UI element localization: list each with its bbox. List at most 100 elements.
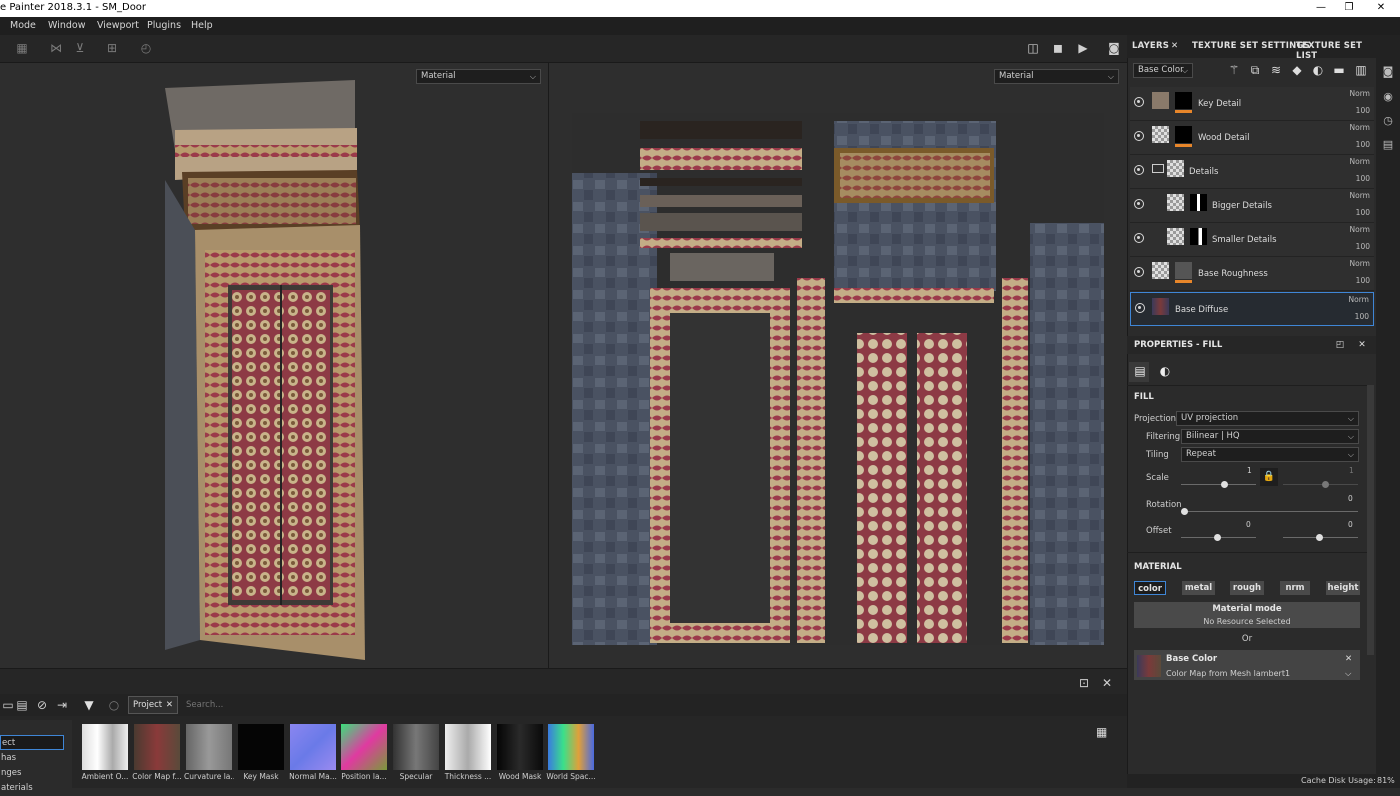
viewport-2d-mode-select[interactable]: Material ⌵ [994, 69, 1119, 84]
opacity-value[interactable]: 100 [1356, 208, 1370, 217]
layer-mask-thumbnail[interactable] [1175, 126, 1192, 143]
add-effect-icon[interactable]: ⧉ [1247, 63, 1263, 77]
lock-icon[interactable]: 🔒 [1260, 468, 1278, 486]
opacity-value[interactable]: 100 [1356, 174, 1370, 183]
grid-view-icon[interactable]: ▦ [1096, 726, 1108, 738]
offset-x-slider-handle[interactable] [1214, 534, 1221, 541]
log-icon[interactable]: ▤ [1381, 138, 1395, 152]
delete-icon[interactable]: ▥ [1353, 63, 1369, 77]
close-icon[interactable]: ✕ [1345, 654, 1352, 664]
split-view-icon[interactable]: ◫ [1025, 41, 1041, 55]
fill-settings-icon[interactable]: ▤ [1132, 364, 1148, 378]
magic-wand-icon[interactable]: ⚚ [1226, 63, 1242, 77]
layer-row[interactable]: Wood Detail Norm 100 [1130, 121, 1374, 155]
add-folder-icon[interactable]: ▬ [1331, 63, 1347, 77]
thumb-position[interactable] [341, 724, 387, 770]
tiling-select[interactable]: Repeat ⌵ [1181, 447, 1359, 462]
layer-row[interactable]: Smaller Details Norm 100 [1130, 223, 1374, 257]
thumb-thickness[interactable] [445, 724, 491, 770]
camera-icon[interactable]: ◙ [1381, 65, 1395, 79]
thumb-normal-map[interactable] [290, 724, 336, 770]
maximize-panel-icon[interactable]: ⊡ [1076, 676, 1092, 690]
scale-slider[interactable] [1181, 484, 1256, 485]
close-icon[interactable]: ✕ [166, 697, 173, 713]
blend-mode-select[interactable]: Norm [1350, 123, 1370, 132]
add-fill-layer-icon[interactable]: ◆ [1289, 63, 1305, 77]
layer-mask-thumbnail[interactable] [1175, 262, 1192, 279]
camera-video-icon[interactable]: ▶ [1075, 41, 1091, 55]
filter-icon[interactable]: ▼ [81, 698, 97, 712]
blend-mode-select[interactable]: Norm [1350, 191, 1370, 200]
menu-viewport[interactable]: Viewport [97, 20, 139, 31]
close-window-button[interactable]: ✕ [1366, 0, 1396, 17]
properties-scrollbar[interactable] [1367, 385, 1374, 655]
symmetry-x-icon[interactable]: ⋈ [48, 41, 64, 55]
layer-row[interactable]: Base Roughness Norm 100 [1130, 257, 1374, 291]
tab-layers[interactable]: LAYERS [1132, 41, 1169, 51]
shelf-category-materials[interactable]: aterials [0, 781, 64, 796]
opacity-value[interactable]: 100 [1356, 242, 1370, 251]
offset-y-value[interactable]: 0 [1348, 520, 1353, 529]
viewport-3d-mode-select[interactable]: Material ⌵ [416, 69, 541, 84]
add-icon[interactable]: ⊞ [104, 41, 120, 55]
tab-texture-set-list[interactable]: TEXTURE SET LIST [1296, 41, 1376, 61]
thumb-specular[interactable] [393, 724, 439, 770]
refresh-icon[interactable]: ○ [106, 698, 122, 712]
channel-nrm-toggle[interactable]: nrm [1280, 581, 1310, 595]
blend-mode-select[interactable]: Norm [1350, 89, 1370, 98]
channel-metal-toggle[interactable]: metal [1182, 581, 1215, 595]
shelf-search-input[interactable] [182, 697, 1112, 713]
blend-mode-select[interactable]: Norm [1349, 295, 1369, 304]
offset-x-value[interactable]: 0 [1246, 520, 1251, 529]
history-icon[interactable]: ◴ [138, 41, 154, 55]
eye-icon[interactable] [1134, 199, 1144, 209]
layer-row-selected[interactable]: Base Diffuse Norm 100 [1130, 292, 1374, 326]
eye-icon[interactable] [1134, 165, 1144, 175]
opacity-value[interactable]: 100 [1356, 276, 1370, 285]
eye-icon[interactable] [1134, 131, 1144, 141]
folder-icon[interactable] [1152, 164, 1164, 173]
eye-icon[interactable] [1134, 97, 1144, 107]
shelf-category-project[interactable]: ect [0, 735, 64, 750]
channel-height-toggle[interactable]: height [1326, 581, 1360, 595]
layer-row[interactable]: Key Detail Norm 100 [1130, 87, 1374, 121]
rotation-slider-handle[interactable] [1181, 508, 1188, 515]
layer-row[interactable]: Bigger Details Norm 100 [1130, 189, 1374, 223]
blend-mode-select[interactable]: Norm [1350, 259, 1370, 268]
screenshot-icon[interactable]: ◙ [1106, 41, 1122, 55]
rotation-slider[interactable] [1181, 511, 1358, 512]
blend-mode-select[interactable]: Norm [1350, 225, 1370, 234]
eye-icon[interactable] [1135, 303, 1145, 313]
menu-help[interactable]: Help [191, 20, 213, 31]
thumb-color-map[interactable] [134, 724, 180, 770]
menu-mode[interactable]: Mode [10, 20, 36, 31]
tab-project[interactable]: Project ✕ [128, 696, 178, 714]
hide-icon[interactable]: ⊘ [34, 698, 50, 712]
layer-mask-thumbnail[interactable] [1175, 92, 1192, 109]
rotation-value[interactable]: 0 [1348, 494, 1353, 503]
environment-icon[interactable]: ◉ [1381, 90, 1395, 104]
menu-plugins[interactable]: Plugins [147, 20, 181, 31]
opacity-value[interactable]: 100 [1356, 106, 1370, 115]
layer-mask-thumbnail[interactable] [1190, 194, 1207, 211]
layer-mask-thumbnail[interactable] [1190, 228, 1207, 245]
scale-value[interactable]: 1 [1247, 466, 1252, 475]
add-layer-icon[interactable]: ≋ [1268, 63, 1284, 77]
minimize-button[interactable]: — [1306, 0, 1336, 17]
import-icon[interactable]: ⇥ [54, 698, 70, 712]
close-icon[interactable]: ✕ [1354, 338, 1370, 352]
undock-icon[interactable]: ◰ [1332, 338, 1348, 352]
offset-y-slider-handle[interactable] [1316, 534, 1323, 541]
close-panel-icon[interactable]: ✕ [1099, 676, 1115, 690]
material-icon[interactable]: ◐ [1157, 364, 1173, 378]
opacity-value[interactable]: 100 [1355, 312, 1369, 321]
thumb-ambient-occlusion[interactable] [82, 724, 128, 770]
channel-color-toggle[interactable]: color [1134, 581, 1166, 595]
save-icon[interactable]: ▤ [14, 698, 30, 712]
blend-mode-select[interactable]: Norm [1350, 157, 1370, 166]
eye-icon[interactable] [1134, 233, 1144, 243]
add-mask-icon[interactable]: ◐ [1310, 63, 1326, 77]
shelf-category-alphas[interactable]: has [0, 751, 64, 766]
symmetry-y-icon[interactable]: ⊻ [72, 41, 88, 55]
thumb-wood-mask[interactable] [497, 724, 543, 770]
